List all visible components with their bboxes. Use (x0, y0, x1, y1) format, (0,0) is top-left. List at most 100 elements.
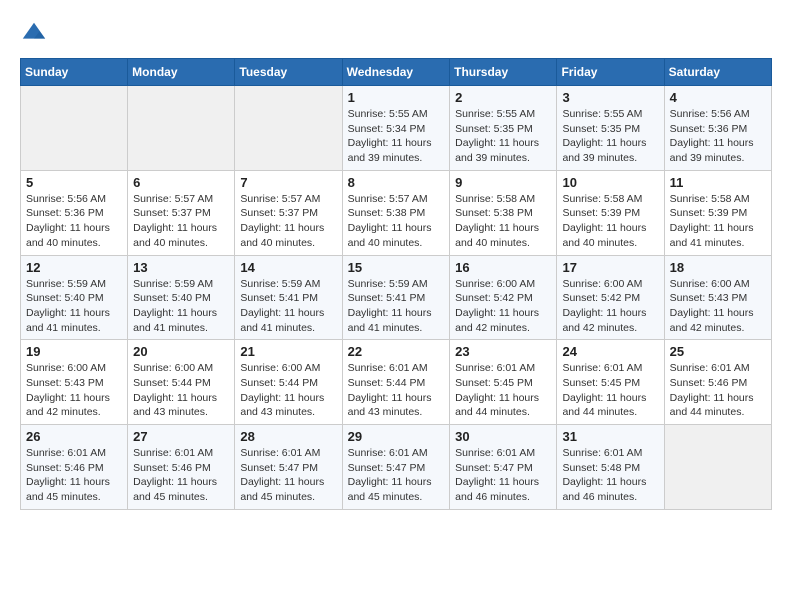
calendar-cell: 16 Sunrise: 6:00 AMSunset: 5:42 PMDayligh… (450, 255, 557, 340)
day-number: 26 (26, 429, 122, 444)
calendar-week-row: 26 Sunrise: 6:01 AMSunset: 5:46 PMDayligh… (21, 425, 772, 510)
day-detail: Sunrise: 6:01 AMSunset: 5:48 PMDaylight:… (562, 446, 658, 505)
calendar-week-row: 1Sunrise: 5:55 AMSunset: 5:34 PMDaylight… (21, 86, 772, 171)
calendar-week-row: 5 Sunrise: 5:56 AMSunset: 5:36 PMDaylight… (21, 170, 772, 255)
calendar-week-row: 19 Sunrise: 6:00 AMSunset: 5:43 PMDayligh… (21, 340, 772, 425)
day-detail: Sunrise: 6:01 AMSunset: 5:44 PMDaylight:… (348, 361, 445, 420)
day-number: 21 (240, 344, 336, 359)
calendar-cell: 27Sunrise: 6:01 AMSunset: 5:46 PMDayligh… (128, 425, 235, 510)
day-number: 19 (26, 344, 122, 359)
day-detail: Sunrise: 5:56 AMSunset: 5:36 PMDaylight:… (670, 107, 766, 166)
calendar-cell: 19 Sunrise: 6:00 AMSunset: 5:43 PMDayligh… (21, 340, 128, 425)
day-number: 1 (348, 90, 445, 105)
day-number: 14 (240, 260, 336, 275)
day-number: 24 (562, 344, 658, 359)
day-number: 11 (670, 175, 766, 190)
calendar-cell: 26 Sunrise: 6:01 AMSunset: 5:46 PMDayligh… (21, 425, 128, 510)
day-detail: Sunrise: 5:59 AMSunset: 5:41 PMDaylight:… (348, 277, 445, 336)
page-header (20, 20, 772, 48)
calendar-cell: 9 Sunrise: 5:58 AMSunset: 5:38 PMDaylight… (450, 170, 557, 255)
day-detail: Sunrise: 5:59 AMSunset: 5:41 PMDaylight:… (240, 277, 336, 336)
calendar-cell: 7Sunrise: 5:57 AMSunset: 5:37 PMDaylight… (235, 170, 342, 255)
day-detail: Sunrise: 6:01 AMSunset: 5:45 PMDaylight:… (562, 361, 658, 420)
calendar-cell: 30 Sunrise: 6:01 AMSunset: 5:47 PMDayligh… (450, 425, 557, 510)
day-detail: Sunrise: 5:57 AMSunset: 5:37 PMDaylight:… (133, 192, 229, 251)
day-number: 3 (562, 90, 658, 105)
calendar-cell: 2 Sunrise: 5:55 AMSunset: 5:35 PMDaylight… (450, 86, 557, 171)
calendar-cell: 11 Sunrise: 5:58 AMSunset: 5:39 PMDayligh… (664, 170, 771, 255)
day-detail: Sunrise: 5:58 AMSunset: 5:39 PMDaylight:… (670, 192, 766, 251)
calendar-cell: 8 Sunrise: 5:57 AMSunset: 5:38 PMDaylight… (342, 170, 450, 255)
day-number: 9 (455, 175, 551, 190)
day-number: 18 (670, 260, 766, 275)
calendar-cell: 24 Sunrise: 6:01 AMSunset: 5:45 PMDayligh… (557, 340, 664, 425)
day-number: 13 (133, 260, 229, 275)
calendar-cell: 29 Sunrise: 6:01 AMSunset: 5:47 PMDayligh… (342, 425, 450, 510)
day-number: 29 (348, 429, 445, 444)
day-number: 25 (670, 344, 766, 359)
weekday-header: Tuesday (235, 59, 342, 86)
weekday-header: Wednesday (342, 59, 450, 86)
day-number: 30 (455, 429, 551, 444)
day-detail: Sunrise: 5:58 AMSunset: 5:39 PMDaylight:… (562, 192, 658, 251)
day-number: 31 (562, 429, 658, 444)
calendar-week-row: 12 Sunrise: 5:59 AMSunset: 5:40 PMDayligh… (21, 255, 772, 340)
day-detail: Sunrise: 5:57 AMSunset: 5:37 PMDaylight:… (240, 192, 336, 251)
day-detail: Sunrise: 5:55 AMSunset: 5:35 PMDaylight:… (562, 107, 658, 166)
day-number: 12 (26, 260, 122, 275)
day-number: 20 (133, 344, 229, 359)
day-detail: Sunrise: 5:55 AMSunset: 5:35 PMDaylight:… (455, 107, 551, 166)
day-detail: Sunrise: 6:00 AMSunset: 5:43 PMDaylight:… (670, 277, 766, 336)
calendar-cell: 14 Sunrise: 5:59 AMSunset: 5:41 PMDayligh… (235, 255, 342, 340)
weekday-header: Monday (128, 59, 235, 86)
day-detail: Sunrise: 5:59 AMSunset: 5:40 PMDaylight:… (26, 277, 122, 336)
day-detail: Sunrise: 6:01 AMSunset: 5:47 PMDaylight:… (348, 446, 445, 505)
calendar-cell: 21Sunrise: 6:00 AMSunset: 5:44 PMDayligh… (235, 340, 342, 425)
day-detail: Sunrise: 6:01 AMSunset: 5:47 PMDaylight:… (455, 446, 551, 505)
calendar-cell: 18 Sunrise: 6:00 AMSunset: 5:43 PMDayligh… (664, 255, 771, 340)
day-detail: Sunrise: 6:01 AMSunset: 5:46 PMDaylight:… (133, 446, 229, 505)
day-detail: Sunrise: 6:01 AMSunset: 5:46 PMDaylight:… (26, 446, 122, 505)
calendar-cell: 22 Sunrise: 6:01 AMSunset: 5:44 PMDayligh… (342, 340, 450, 425)
day-number: 6 (133, 175, 229, 190)
day-detail: Sunrise: 6:00 AMSunset: 5:42 PMDaylight:… (455, 277, 551, 336)
calendar-cell: 6 Sunrise: 5:57 AMSunset: 5:37 PMDaylight… (128, 170, 235, 255)
day-detail: Sunrise: 6:01 AMSunset: 5:46 PMDaylight:… (670, 361, 766, 420)
day-detail: Sunrise: 5:57 AMSunset: 5:38 PMDaylight:… (348, 192, 445, 251)
calendar-cell: 1Sunrise: 5:55 AMSunset: 5:34 PMDaylight… (342, 86, 450, 171)
day-detail: Sunrise: 6:00 AMSunset: 5:44 PMDaylight:… (133, 361, 229, 420)
day-detail: Sunrise: 5:58 AMSunset: 5:38 PMDaylight:… (455, 192, 551, 251)
day-detail: Sunrise: 6:01 AMSunset: 5:47 PMDaylight:… (240, 446, 336, 505)
logo (20, 20, 52, 48)
day-detail: Sunrise: 6:01 AMSunset: 5:45 PMDaylight:… (455, 361, 551, 420)
calendar-cell (235, 86, 342, 171)
day-detail: Sunrise: 5:59 AMSunset: 5:40 PMDaylight:… (133, 277, 229, 336)
calendar-cell: 3 Sunrise: 5:55 AMSunset: 5:35 PMDaylight… (557, 86, 664, 171)
calendar-cell: 15Sunrise: 5:59 AMSunset: 5:41 PMDayligh… (342, 255, 450, 340)
weekday-header: Friday (557, 59, 664, 86)
calendar-table: SundayMondayTuesdayWednesdayThursdayFrid… (20, 58, 772, 510)
calendar-cell: 13 Sunrise: 5:59 AMSunset: 5:40 PMDayligh… (128, 255, 235, 340)
day-number: 23 (455, 344, 551, 359)
day-number: 22 (348, 344, 445, 359)
day-number: 8 (348, 175, 445, 190)
weekday-header: Saturday (664, 59, 771, 86)
day-number: 28 (240, 429, 336, 444)
day-number: 17 (562, 260, 658, 275)
calendar-cell: 10 Sunrise: 5:58 AMSunset: 5:39 PMDayligh… (557, 170, 664, 255)
logo-icon (20, 20, 48, 48)
day-number: 5 (26, 175, 122, 190)
day-detail: Sunrise: 6:00 AMSunset: 5:42 PMDaylight:… (562, 277, 658, 336)
calendar-cell: 23 Sunrise: 6:01 AMSunset: 5:45 PMDayligh… (450, 340, 557, 425)
day-detail: Sunrise: 6:00 AMSunset: 5:43 PMDaylight:… (26, 361, 122, 420)
weekday-header: Sunday (21, 59, 128, 86)
weekday-header-row: SundayMondayTuesdayWednesdayThursdayFrid… (21, 59, 772, 86)
day-number: 16 (455, 260, 551, 275)
day-number: 10 (562, 175, 658, 190)
day-detail: Sunrise: 5:56 AMSunset: 5:36 PMDaylight:… (26, 192, 122, 251)
day-number: 2 (455, 90, 551, 105)
calendar-cell: 5 Sunrise: 5:56 AMSunset: 5:36 PMDaylight… (21, 170, 128, 255)
calendar-cell: 25 Sunrise: 6:01 AMSunset: 5:46 PMDayligh… (664, 340, 771, 425)
calendar-cell (128, 86, 235, 171)
calendar-cell: 17 Sunrise: 6:00 AMSunset: 5:42 PMDayligh… (557, 255, 664, 340)
